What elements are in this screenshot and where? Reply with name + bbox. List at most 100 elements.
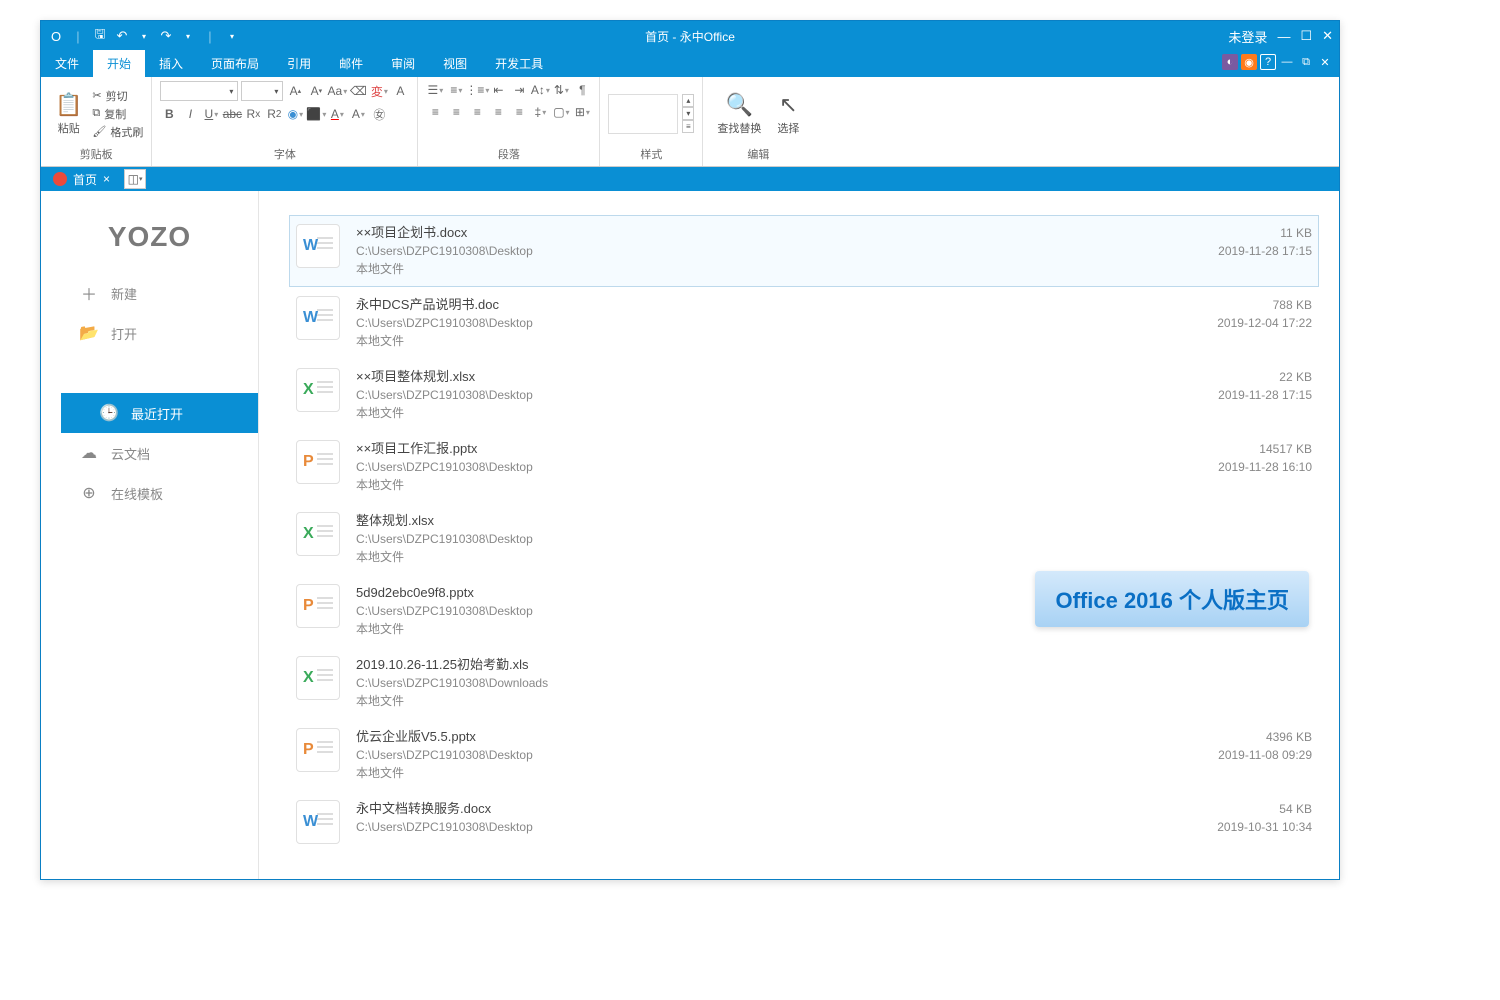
increase-indent-icon[interactable]: ⇥	[510, 81, 528, 99]
bold-icon[interactable]: B	[160, 105, 178, 123]
file-type-icon: P	[296, 728, 340, 772]
undo-icon[interactable]: ↶	[113, 27, 131, 45]
tab-view[interactable]: 视图	[429, 50, 481, 77]
align-left-icon[interactable]: ≡	[426, 103, 444, 121]
multilevel-list-icon[interactable]: ⋮≡	[468, 81, 486, 99]
phonetic-icon[interactable]: 変	[370, 82, 388, 100]
tab-insert[interactable]: 插入	[145, 50, 197, 77]
sidebar-item-0[interactable]: ＋新建	[41, 273, 258, 313]
font-size-select[interactable]: ▾	[241, 81, 283, 101]
change-case-icon[interactable]: Aa	[328, 82, 346, 100]
distribute-icon[interactable]: ≡	[510, 103, 528, 121]
align-right-icon[interactable]: ≡	[468, 103, 486, 121]
file-path: C:\Users\DZPC1910308\Desktop	[356, 530, 1176, 548]
highlight-icon[interactable]: ⬛	[307, 105, 325, 123]
file-item[interactable]: W 永中DCS产品说明书.doc C:\Users\DZPC1910308\De…	[289, 287, 1319, 359]
file-item[interactable]: P ××项目工作汇报.pptx C:\Users\DZPC1910308\Des…	[289, 431, 1319, 503]
sidebar-item-1[interactable]: 📂打开	[41, 313, 258, 353]
file-date: 2019-10-31 10:34	[1192, 818, 1312, 836]
tab-reference[interactable]: 引用	[273, 50, 325, 77]
font-color-icon[interactable]: A	[328, 105, 346, 123]
file-location: 本地文件	[356, 332, 1176, 350]
tab-review[interactable]: 审阅	[377, 50, 429, 77]
file-name: 永中DCS产品说明书.doc	[356, 296, 1176, 314]
show-marks-icon[interactable]: ¶	[573, 81, 591, 99]
extra-icon-1[interactable]: ◐	[1222, 54, 1238, 70]
group-paragraph: ☰ ≡ ⋮≡ ⇤ ⇥ A↕ ⇅ ¶ ≡ ≡ ≡ ≡ ≡ ‡ ▢	[418, 77, 600, 166]
strike-icon[interactable]: abc	[223, 105, 241, 123]
tab-start[interactable]: 开始	[93, 50, 145, 77]
help-icon[interactable]: ?	[1260, 54, 1276, 70]
ribbon-minimize-icon[interactable]: —	[1279, 54, 1295, 70]
login-status[interactable]: 未登录	[1228, 27, 1267, 46]
justify-icon[interactable]: ≡	[489, 103, 507, 121]
file-item[interactable]: X 整体规划.xlsx C:\Users\DZPC1910308\Desktop…	[289, 503, 1319, 575]
decrease-indent-icon[interactable]: ⇤	[489, 81, 507, 99]
enclose-char-icon[interactable]: ㊛	[370, 105, 388, 123]
select-button[interactable]: ↖ 选择	[771, 90, 805, 138]
brush-icon: 🖌	[92, 125, 106, 138]
tab-file[interactable]: 文件	[41, 50, 93, 77]
char-shading-icon[interactable]: A	[349, 105, 367, 123]
redo-icon[interactable]: ↷	[157, 27, 175, 45]
number-list-icon[interactable]: ≡	[447, 81, 465, 99]
tab-layout[interactable]: 页面布局	[197, 50, 273, 77]
doc-tab-home[interactable]: 首页 ×	[45, 167, 118, 191]
shading-icon[interactable]: ▢	[552, 103, 570, 121]
qat-dropdown-icon[interactable]: ▾	[223, 27, 241, 45]
content-area: YOZO ＋新建📂打开🕒最近打开☁云文档⊕在线模板 W ××项目企划书.docx…	[41, 191, 1339, 879]
find-replace-button[interactable]: 🔍 查找替换	[711, 90, 767, 138]
sidebar-item-3[interactable]: ☁云文档	[41, 433, 258, 473]
style-preview[interactable]	[608, 94, 678, 134]
maximize-icon[interactable]: ☐	[1300, 28, 1312, 44]
file-size: 54 KB	[1192, 800, 1312, 818]
minimize-icon[interactable]: —	[1277, 29, 1290, 44]
file-date: 2019-11-28 17:15	[1192, 242, 1312, 260]
sort-icon[interactable]: ⇅	[552, 81, 570, 99]
border-icon[interactable]: ⊞	[573, 103, 591, 121]
file-path: C:\Users\DZPC1910308\Desktop	[356, 314, 1176, 332]
file-type-icon: W	[296, 296, 340, 340]
italic-icon[interactable]: I	[181, 105, 199, 123]
file-item[interactable]: X ××项目整体规划.xlsx C:\Users\DZPC1910308\Des…	[289, 359, 1319, 431]
line-spacing-icon[interactable]: ‡	[531, 103, 549, 121]
paste-button[interactable]: 📋 粘贴	[49, 90, 88, 138]
close-icon[interactable]: ✕	[1322, 28, 1333, 44]
file-path: C:\Users\DZPC1910308\Desktop	[356, 386, 1176, 404]
ribbon-tabs: 文件 开始 插入 页面布局 引用 邮件 审阅 视图 开发工具 ◐ ◉ ? — ⧉…	[41, 51, 1339, 77]
align-center-icon[interactable]: ≡	[447, 103, 465, 121]
format-painter-button[interactable]: 🖌格式刷	[92, 124, 143, 140]
file-item[interactable]: W ××项目企划书.docx C:\Users\DZPC1910308\Desk…	[289, 215, 1319, 287]
new-doc-button[interactable]: ◫▾	[124, 169, 146, 189]
sidebar-item-2[interactable]: 🕒最近打开	[61, 393, 258, 433]
save-icon[interactable]: 🖫	[91, 27, 109, 45]
ribbon-close-icon[interactable]: ✕	[1317, 54, 1333, 70]
clear-format-icon[interactable]: ⌫	[349, 82, 367, 100]
copy-button[interactable]: ⧉复制	[92, 106, 143, 122]
sidebar-item-4[interactable]: ⊕在线模板	[41, 473, 258, 513]
bullet-list-icon[interactable]: ☰	[426, 81, 444, 99]
ribbon-restore-icon[interactable]: ⧉	[1298, 54, 1314, 70]
cut-button[interactable]: ✂剪切	[92, 88, 143, 104]
app-icon[interactable]: O	[47, 27, 65, 45]
superscript-icon[interactable]: R2	[265, 105, 283, 123]
subscript-icon[interactable]: Rx	[244, 105, 262, 123]
file-item[interactable]: P 优云企业版V5.5.pptx C:\Users\DZPC1910308\De…	[289, 719, 1319, 791]
cut-icon: ✂	[92, 89, 101, 102]
grow-font-icon[interactable]: A▴	[286, 82, 304, 100]
file-name: ××项目企划书.docx	[356, 224, 1176, 242]
extra-icon-2[interactable]: ◉	[1241, 54, 1257, 70]
text-direction-icon[interactable]: A↕	[531, 81, 549, 99]
text-effect-icon[interactable]: ◉	[286, 105, 304, 123]
tab-mail[interactable]: 邮件	[325, 50, 377, 77]
group-font: ▾ ▾ A▴ A▾ Aa ⌫ 変 A B I U abc Rx R2 ◉	[152, 77, 418, 166]
close-tab-icon[interactable]: ×	[103, 172, 110, 186]
tab-dev[interactable]: 开发工具	[481, 50, 557, 77]
underline-icon[interactable]: U	[202, 105, 220, 123]
style-gallery-controls[interactable]: ▴▾≡	[682, 94, 694, 133]
char-border-icon[interactable]: A	[391, 82, 409, 100]
file-item[interactable]: X 2019.10.26-11.25初始考勤.xls C:\Users\DZPC…	[289, 647, 1319, 719]
font-family-select[interactable]: ▾	[160, 81, 238, 101]
file-item[interactable]: W 永中文档转换服务.docx C:\Users\DZPC1910308\Des…	[289, 791, 1319, 853]
shrink-font-icon[interactable]: A▾	[307, 82, 325, 100]
